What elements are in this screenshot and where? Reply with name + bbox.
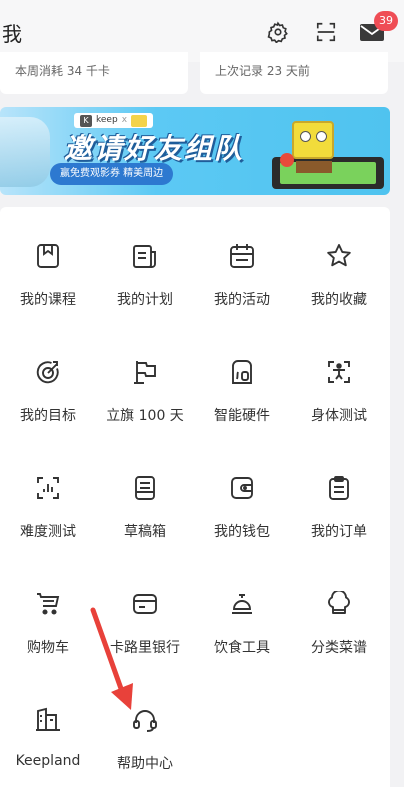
menu-label: 草稿箱 xyxy=(124,524,166,540)
menu-label: 我的订单 xyxy=(311,524,367,540)
last-record-card[interactable]: 上次记录 23 天前 xyxy=(200,52,388,94)
flag-icon xyxy=(134,361,156,384)
weekly-calories-card[interactable]: 本周消耗 34 千卡 xyxy=(0,52,188,94)
menu-label: 我的收藏 xyxy=(311,292,367,308)
star-icon xyxy=(327,244,351,267)
card-icon xyxy=(133,594,157,614)
banner-brand-x: x xyxy=(121,115,128,125)
building-icon xyxy=(36,707,60,731)
scan-button[interactable] xyxy=(313,19,339,45)
drafts-icon xyxy=(135,476,155,500)
menu-label: 身体测试 xyxy=(311,408,367,424)
scan-icon xyxy=(316,22,336,42)
menu-label: 卡路里银行 xyxy=(110,640,180,656)
cloche-icon xyxy=(232,594,252,614)
menu-item-difficulty-test[interactable]: 难度测试 xyxy=(0,473,96,563)
menu-label: 智能硬件 xyxy=(214,408,270,424)
menu-item-my-goals[interactable]: 我的目标 xyxy=(0,357,96,447)
bookmark-icon xyxy=(37,244,59,268)
menu-label: 帮助中心 xyxy=(117,756,173,772)
sponge-character-art xyxy=(292,121,334,159)
menu-item-calorie-bank[interactable]: 卡路里银行 xyxy=(97,589,193,679)
settings-button[interactable] xyxy=(265,19,291,45)
feature-grid-panel: 我的课程 我的计划 我的活动 我的收藏 我的目标 立旗 100 天 智能硬件 身… xyxy=(0,207,390,787)
menu-label: 我的目标 xyxy=(20,408,76,424)
body-scan-icon xyxy=(328,361,350,383)
menu-item-my-courses[interactable]: 我的课程 xyxy=(0,241,96,331)
menu-item-body-test[interactable]: 身体测试 xyxy=(291,357,387,447)
menu-item-my-orders[interactable]: 我的订单 xyxy=(291,473,387,563)
chef-hat-icon xyxy=(328,591,350,614)
menu-label: 我的钱包 xyxy=(214,524,270,540)
menu-item-flag-100-days[interactable]: 立旗 100 天 xyxy=(97,357,193,447)
menu-label: 购物车 xyxy=(27,640,69,656)
menu-label: 我的活动 xyxy=(214,292,270,308)
banner-left-art xyxy=(0,117,50,187)
banner-brand-name: keep xyxy=(96,115,118,125)
menu-item-recipe-categories[interactable]: 分类菜谱 xyxy=(291,589,387,679)
order-icon xyxy=(329,476,349,500)
banner-brand: K keep x xyxy=(74,113,154,128)
menu-item-my-wallet[interactable]: 我的钱包 xyxy=(194,473,290,563)
menu-item-drafts[interactable]: 草稿箱 xyxy=(97,473,193,563)
invite-friends-banner[interactable]: K keep x 邀请好友组队 赢免费观影券 精美周边 xyxy=(0,107,390,195)
calendar-icon xyxy=(230,244,254,268)
menu-item-keepland[interactable]: Keepland xyxy=(0,705,96,787)
plan-icon xyxy=(133,245,156,268)
page-title: 我 xyxy=(2,22,22,46)
menu-item-shopping-cart[interactable]: 购物车 xyxy=(0,589,96,679)
menu-item-my-favorites[interactable]: 我的收藏 xyxy=(291,241,387,331)
sponge-pants-art xyxy=(296,161,332,173)
wallet-icon xyxy=(231,477,253,499)
target-icon xyxy=(36,361,59,384)
menu-item-my-activities[interactable]: 我的活动 xyxy=(194,241,290,331)
ball-art xyxy=(280,153,294,167)
cart-icon xyxy=(37,593,60,615)
banner-subtitle: 赢免费观影券 精美周边 xyxy=(50,163,174,185)
partner-logo-icon xyxy=(131,114,148,127)
menu-label: 我的计划 xyxy=(117,292,173,308)
menu-item-help-center[interactable]: 帮助中心 xyxy=(97,705,193,787)
menu-item-smart-hardware[interactable]: 智能硬件 xyxy=(194,357,290,447)
device-icon xyxy=(232,360,252,384)
menu-label: 难度测试 xyxy=(20,524,76,540)
menu-label: 饮食工具 xyxy=(214,640,270,656)
menu-label: Keepland xyxy=(15,753,81,769)
menu-item-my-plans[interactable]: 我的计划 xyxy=(97,241,193,331)
headset-icon xyxy=(133,710,157,732)
weekly-calories-text: 本周消耗 34 千卡 xyxy=(15,64,110,78)
menu-label: 分类菜谱 xyxy=(311,640,367,656)
menu-label: 立旗 100 天 xyxy=(106,408,184,424)
message-count-badge: 39 xyxy=(374,11,398,31)
gear-icon xyxy=(267,21,288,43)
difficulty-icon xyxy=(37,477,59,499)
keep-logo-icon: K xyxy=(80,114,92,127)
last-record-text: 上次记录 23 天前 xyxy=(215,64,310,78)
menu-label: 我的课程 xyxy=(20,292,76,308)
menu-item-diet-tools[interactable]: 饮食工具 xyxy=(194,589,290,679)
banner-title: 邀请好友组队 xyxy=(64,132,245,165)
